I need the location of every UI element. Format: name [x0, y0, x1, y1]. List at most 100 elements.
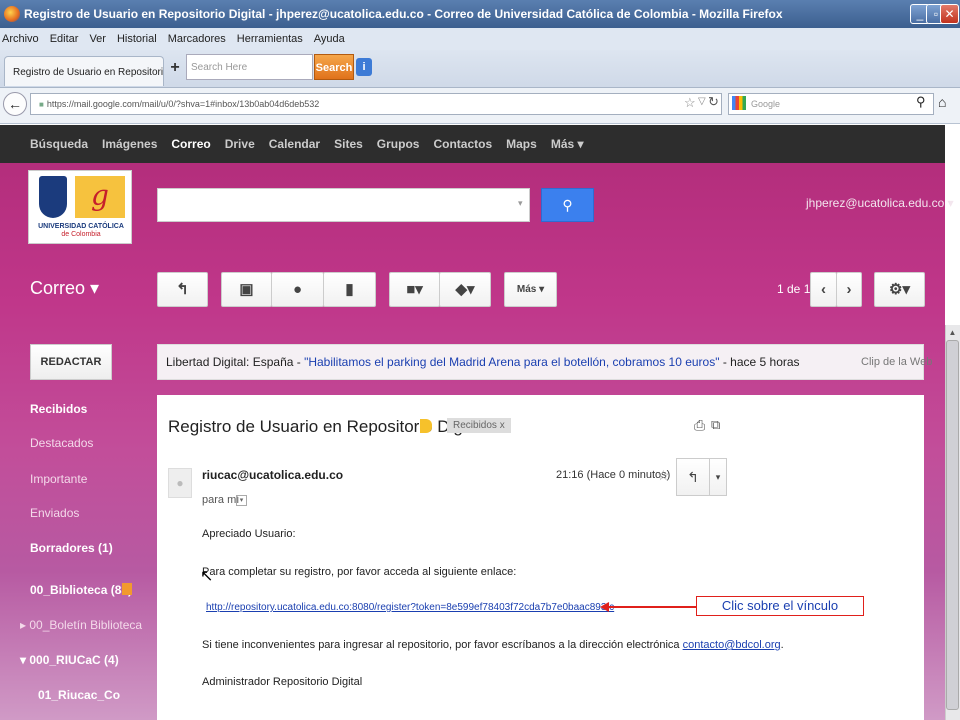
email-subject: Registro de Usuario en Repositorio Digit…	[168, 417, 485, 436]
window-title-bar: Registro de Usuario en Repositorio Digit…	[0, 0, 960, 28]
web-clip-label[interactable]: Clip de la Web	[861, 356, 932, 368]
scrollbar-thumb[interactable]	[946, 340, 959, 710]
menu-editar[interactable]: Editar	[50, 33, 79, 45]
menu-bar: Archivo Editar Ver Historial Marcadores …	[0, 28, 960, 50]
google-bar: Búsqueda Imágenes Correo Drive Calendar …	[0, 125, 945, 163]
importance-marker-icon[interactable]	[420, 419, 432, 433]
print-icon[interactable]: ⎙	[694, 417, 705, 434]
url-text: https://mail.google.com/mail/u/0/?shva=1…	[46, 99, 320, 109]
home-icon[interactable]: ⌂	[938, 94, 946, 110]
menu-ver[interactable]: Ver	[89, 33, 106, 45]
settings-button[interactable]: ⚙▾	[874, 272, 925, 307]
label-color-icon[interactable]	[122, 583, 132, 595]
gbar-contactos[interactable]: Contactos	[433, 137, 492, 151]
mail-search-button[interactable]: ⚲	[541, 188, 594, 222]
nav-borradores[interactable]: Borradores (1)	[30, 541, 113, 555]
back-to-inbox-button[interactable]: ↰	[157, 272, 208, 307]
tag-icon: ◆▾	[455, 281, 475, 298]
previous-button[interactable]: ‹	[810, 272, 837, 307]
menu-historial[interactable]: Historial	[117, 33, 157, 45]
new-tab-button[interactable]: +	[166, 58, 184, 80]
trash-icon: ▮	[345, 281, 354, 298]
gbar-imagenes[interactable]: Imágenes	[102, 137, 157, 151]
university-logo[interactable]: g UNIVERSIDAD CATÓLICA de Colombia	[28, 170, 132, 244]
gbar-busqueda[interactable]: Búsqueda	[30, 137, 88, 151]
close-window-button[interactable]: ✕	[940, 4, 959, 24]
news-headline-link[interactable]: "Habilitamos el parking del Madrid Arena…	[304, 355, 719, 369]
scroll-up-icon[interactable]: ▲	[946, 326, 959, 339]
logo-text: UNIVERSIDAD CATÓLICA de Colombia	[33, 223, 129, 239]
inbox-label-chip[interactable]: Recibidos x	[447, 418, 511, 433]
gbar-grupos[interactable]: Grupos	[377, 137, 420, 151]
show-details-icon[interactable]: ▾	[236, 495, 247, 506]
firefox-icon	[4, 6, 20, 22]
toolbar-search-input[interactable]: Search Here	[186, 54, 313, 80]
back-button[interactable]: ←	[3, 92, 27, 116]
shield-icon	[39, 176, 67, 218]
nav-importante[interactable]: Importante	[30, 472, 87, 486]
email-instruction: Para completar su registro, por favor ac…	[202, 566, 517, 578]
move-to-button[interactable]: ■▾	[389, 272, 440, 307]
nav-boletin[interactable]: ▸ 00_Boletín Biblioteca	[20, 618, 142, 632]
gbar-sites[interactable]: Sites	[334, 137, 363, 151]
nav-riucac-co[interactable]: 01_Riucac_Co	[38, 688, 120, 702]
registration-link[interactable]: http://repository.ucatolica.edu.co:8080/…	[206, 602, 614, 613]
bookmark-star-icon[interactable]: ☆	[684, 95, 696, 111]
menu-marcadores[interactable]: Marcadores	[168, 33, 226, 45]
nav-enviados[interactable]: Enviados	[30, 506, 79, 520]
menu-archivo[interactable]: Archivo	[2, 33, 39, 45]
nav-biblioteca[interactable]: 00_Biblioteca (83)	[30, 583, 132, 597]
labels-button[interactable]: ◆▾	[439, 272, 491, 307]
lock-icon: ■	[39, 100, 44, 109]
compose-button[interactable]: REDACTAR	[30, 344, 112, 380]
more-actions-button[interactable]: Más ▾	[504, 272, 557, 307]
archive-button[interactable]: ▣	[221, 272, 272, 307]
nav-riucac[interactable]: ▾ 000_RIUCaC (4)	[20, 653, 119, 667]
pagination-count: 1 de 1	[777, 282, 811, 296]
g-logo-icon: g	[75, 176, 125, 218]
star-icon[interactable]: ☆	[657, 467, 670, 484]
gbar-correo[interactable]: Correo	[171, 137, 210, 151]
account-menu[interactable]: jhperez@ucatolica.edu.co ▾	[806, 196, 954, 210]
spam-icon: ●	[292, 281, 303, 298]
report-spam-button[interactable]: ●	[271, 272, 324, 307]
url-bar[interactable]: ■ https://mail.google.com/mail/u/0/?shva=…	[30, 93, 722, 115]
mail-app-label[interactable]: Correo ▾	[30, 278, 99, 299]
search-options-icon[interactable]: ▾	[518, 198, 523, 209]
browser-search-input[interactable]: Google	[728, 93, 934, 115]
search-icon[interactable]: ⚲	[916, 94, 926, 110]
toolbar-search-placeholder: Search Here	[191, 61, 248, 73]
reply-more-button[interactable]: ▾	[709, 458, 727, 496]
url-dropdown-icon[interactable]: ▽	[698, 96, 706, 107]
toolbar-search-button[interactable]: Search	[314, 54, 354, 80]
next-button[interactable]: ›	[836, 272, 862, 307]
sender-email[interactable]: riucac@ucatolica.edu.co	[202, 468, 343, 482]
return-arrow-icon: ↰	[176, 281, 189, 298]
gbar-drive[interactable]: Drive	[225, 137, 255, 151]
reply-button[interactable]: ↰	[676, 458, 710, 496]
gbar-mas[interactable]: Más ▾	[551, 137, 584, 151]
nav-recibidos[interactable]: Recibidos	[30, 402, 87, 416]
new-window-icon[interactable]: ⧉	[711, 417, 720, 433]
nav-destacados[interactable]: Destacados	[30, 436, 93, 450]
menu-ayuda[interactable]: Ayuda	[314, 33, 345, 45]
menu-herramientas[interactable]: Herramientas	[237, 33, 303, 45]
sender-avatar: ●	[168, 468, 192, 498]
delete-button[interactable]: ▮	[323, 272, 376, 307]
search-icon: ⚲	[562, 197, 573, 213]
email-greeting: Apreciado Usuario:	[202, 528, 296, 540]
folder-icon: ■▾	[406, 281, 423, 298]
google-logo-icon[interactable]	[732, 96, 746, 110]
contact-email-link[interactable]: contacto@bdcol.org	[683, 639, 781, 651]
tab-bar: Registro de Usuario en Repositorio Digit…	[0, 50, 960, 88]
gear-icon: ⚙▾	[889, 281, 910, 298]
mail-search-input[interactable]	[157, 188, 530, 222]
reload-icon[interactable]: ↻	[708, 94, 719, 110]
annotation-arrow-line	[606, 606, 696, 608]
gbar-calendar[interactable]: Calendar	[269, 137, 320, 151]
info-icon[interactable]: i	[356, 58, 372, 76]
news-source: Libertad Digital: España -	[166, 355, 305, 369]
browser-tab[interactable]: Registro de Usuario en Repositorio Digit…	[4, 56, 164, 86]
gbar-maps[interactable]: Maps	[506, 137, 537, 151]
web-clip-bar: Libertad Digital: España - "Habilitamos …	[157, 344, 924, 380]
